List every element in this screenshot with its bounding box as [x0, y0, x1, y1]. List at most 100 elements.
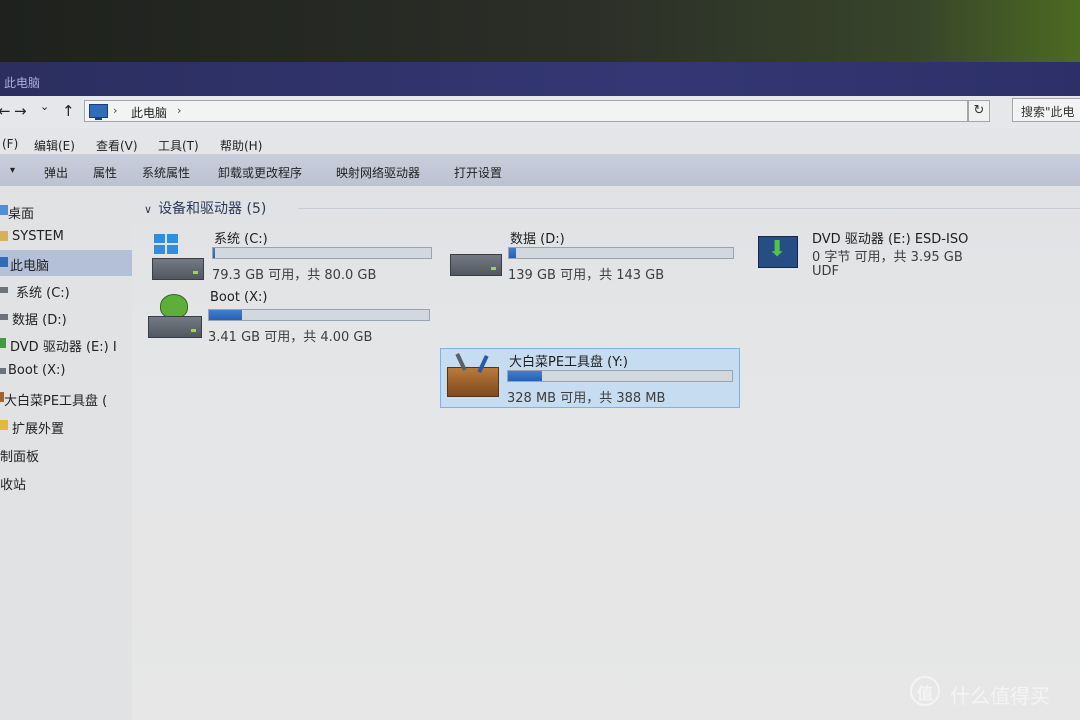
uninstall-program-button[interactable]: 卸载或更改程序: [218, 164, 302, 181]
breadcrumb-this-pc[interactable]: 此电脑: [131, 104, 167, 121]
drive-tile-x-boot[interactable]: Boot (X:) 3.41 GB 可用，共 4.00 GB: [144, 288, 440, 348]
sidebar-item-label: 大白菜PE工具盘 (: [4, 394, 108, 409]
navigation-pane: 桌面 SYSTEM 此电脑 系统 (C:) 数据 (D:) DVD 驱动器 (E…: [0, 186, 132, 720]
system-properties-button[interactable]: 系统属性: [142, 164, 190, 181]
up-arrow-icon[interactable]: ↑: [62, 102, 75, 120]
devices-group-title: 设备和驱动器 (5): [158, 201, 267, 217]
drive-icon: [0, 314, 8, 320]
organize-dropdown-icon[interactable]: ▾: [10, 165, 15, 176]
capacity-bar: [507, 370, 733, 382]
title-bar: 此电脑: [0, 62, 1080, 96]
drive-name: 系统 (C:): [214, 232, 268, 247]
sidebar-item-label: 桌面: [8, 207, 35, 222]
menu-bar: (F) 编辑(E) 查看(V) 工具(T) 帮助(H): [0, 128, 1080, 154]
hard-drive-icon: [152, 258, 204, 280]
sidebar-item-pe-toolbox-y[interactable]: 大白菜PE工具盘 (: [0, 385, 132, 411]
explorer-window: 此电脑 ← → ⌄ ↑ › 此电脑 › ⌄ ↻ 搜索"此电 (F) 编辑(E) …: [0, 62, 1080, 720]
breadcrumb-separator[interactable]: ›: [177, 104, 181, 117]
address-row: ← → ⌄ ↑ › 此电脑 › ⌄ ↻ 搜索"此电: [0, 96, 1080, 128]
drive-name: DVD 驱动器 (E:) ESD-ISO: [812, 232, 969, 247]
devices-group-header[interactable]: ∨ 设备和驱动器 (5): [144, 198, 266, 218]
hard-drive-icon: [148, 316, 202, 338]
sidebar-item-label: 此电脑: [10, 259, 50, 274]
watermark-logo-glyph: 值: [916, 684, 933, 703]
drive-icon: [0, 368, 6, 374]
command-bar: ▾ 弹出 属性 系统属性 卸载或更改程序 映射网络驱动器 打开设置: [0, 154, 1080, 186]
drive-filesystem: UDF: [812, 264, 840, 279]
windows-logo-icon: [154, 234, 178, 254]
menu-file[interactable]: (F): [2, 137, 18, 151]
dvd-drive-icon: ⬇: [758, 236, 798, 268]
address-bar[interactable]: › 此电脑 › ⌄: [84, 100, 1046, 122]
menu-tools[interactable]: 工具(T): [158, 137, 199, 154]
drive-free-space: 3.41 GB 可用，共 4.00 GB: [208, 330, 373, 345]
refresh-icon[interactable]: ↻: [968, 100, 990, 122]
desktop-icon: [0, 205, 8, 215]
drive-icon: [0, 287, 8, 293]
watermark-text: 什么值得买: [950, 684, 1050, 708]
sidebar-item-label: SYSTEM: [12, 229, 64, 244]
sidebar-item-system[interactable]: SYSTEM: [0, 224, 132, 250]
capacity-bar: [508, 247, 734, 259]
sidebar-item-drive-d[interactable]: 数据 (D:): [0, 304, 132, 330]
sidebar-item-recycle-bin[interactable]: 收站: [0, 469, 132, 495]
content-pane: ∨ 设备和驱动器 (5) 系统 (C:) 79.3 GB 可用，共 80.0 GB…: [132, 186, 1080, 720]
sidebar-item-label: 控制面板: [0, 450, 40, 465]
capacity-bar: [212, 247, 432, 259]
drive-name: Boot (X:): [210, 290, 268, 305]
sidebar-item-label: 收站: [0, 478, 27, 493]
menu-view[interactable]: 查看(V): [96, 137, 138, 154]
watermark-logo-icon: 值: [910, 676, 940, 706]
sidebar-item-this-pc[interactable]: 此电脑: [0, 250, 132, 276]
sidebar-item-boot-x[interactable]: Boot (X:): [0, 358, 132, 384]
watermark: 值 什么值得买: [908, 674, 1080, 714]
drive-free-space: 139 GB 可用，共 143 GB: [508, 268, 665, 283]
dvd-icon: [0, 338, 6, 348]
folder-icon: [0, 420, 8, 430]
drive-free-space: 0 字节 可用，共 3.95 GB: [812, 250, 963, 265]
drive-free-space: 328 MB 可用，共 388 MB: [507, 391, 666, 406]
sidebar-item-label: 扩展外置: [12, 422, 65, 437]
menu-edit[interactable]: 编辑(E): [34, 137, 75, 154]
capacity-bar: [208, 309, 430, 321]
capacity-bar-fill: [508, 371, 542, 381]
drive-tile-c[interactable]: 系统 (C:) 79.3 GB 可用，共 80.0 GB: [146, 226, 436, 286]
sidebar-item-control-panel[interactable]: 控制面板: [0, 441, 132, 467]
sidebar-item-desktop[interactable]: 桌面: [0, 198, 132, 224]
capacity-bar-fill: [209, 310, 242, 320]
drive-tile-e-dvd[interactable]: ⬇ DVD 驱动器 (E:) ESD-ISO 0 字节 可用，共 3.95 GB…: [752, 226, 1052, 286]
sidebar-item-external[interactable]: 扩展外置: [0, 413, 132, 439]
drive-name: 数据 (D:): [510, 232, 565, 247]
sidebar-item-drive-c[interactable]: 系统 (C:): [0, 277, 132, 303]
sidebar-item-label: DVD 驱动器 (E:) I: [10, 340, 117, 355]
toolbox-icon: [447, 367, 499, 397]
forward-arrow-icon[interactable]: →: [14, 102, 27, 120]
sidebar-item-dvd-e[interactable]: DVD 驱动器 (E:) I: [0, 331, 132, 357]
hard-drive-icon: [450, 254, 502, 276]
breadcrumb-separator: ›: [113, 104, 118, 117]
menu-help[interactable]: 帮助(H): [220, 137, 262, 154]
drive-name: 大白菜PE工具盘 (Y:): [509, 355, 628, 370]
capacity-bar-fill: [213, 248, 216, 258]
back-arrow-icon[interactable]: ←: [0, 102, 11, 120]
computer-icon: [89, 104, 108, 120]
recent-locations-icon[interactable]: ⌄: [40, 100, 49, 113]
drive-free-space: 79.3 GB 可用，共 80.0 GB: [212, 268, 377, 283]
collapse-chevron-icon[interactable]: ∨: [144, 203, 152, 216]
monitor-bezel: [0, 0, 1080, 70]
search-input[interactable]: 搜索"此电: [1012, 98, 1080, 122]
drive-tile-y-pe-toolbox[interactable]: 大白菜PE工具盘 (Y:) 328 MB 可用，共 388 MB: [440, 348, 740, 408]
open-settings-button[interactable]: 打开设置: [454, 164, 502, 181]
sidebar-item-label: Boot (X:): [8, 363, 66, 378]
window-title: 此电脑: [4, 76, 41, 90]
drive-tile-d[interactable]: 数据 (D:) 139 GB 可用，共 143 GB: [444, 226, 744, 286]
group-divider: [298, 208, 1080, 209]
computer-icon: [0, 257, 8, 267]
sidebar-item-label: 系统 (C:): [16, 286, 70, 301]
user-folder-icon: [0, 231, 8, 241]
sidebar-item-label: 数据 (D:): [12, 313, 67, 328]
eject-button[interactable]: 弹出: [44, 164, 68, 181]
cabbage-logo-icon: [160, 294, 188, 318]
properties-button[interactable]: 属性: [93, 164, 117, 181]
map-network-drive-button[interactable]: 映射网络驱动器: [336, 164, 420, 181]
